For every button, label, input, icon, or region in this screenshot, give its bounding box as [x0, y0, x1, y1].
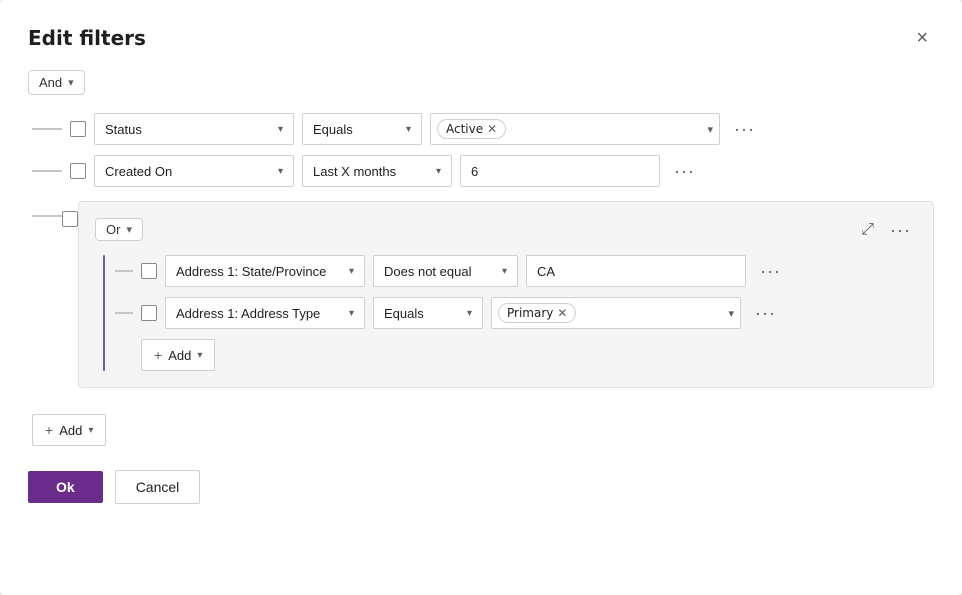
or-dropdown[interactable]: Or ▾	[95, 218, 143, 241]
and-dropdown[interactable]: And ▾	[28, 70, 85, 95]
dialog-footer: Ok Cancel	[28, 470, 934, 504]
address-type-value-field: Primary ✕ ▾	[491, 297, 741, 329]
status-row-checkbox[interactable]	[70, 121, 86, 137]
close-button[interactable]: ×	[910, 24, 934, 52]
outer-add-plus-icon: +	[45, 422, 53, 438]
state-field-select[interactable]: Address 1: State/Province ▾	[165, 255, 365, 287]
or-group-connector-area	[32, 201, 62, 400]
or-chevron-icon: ▾	[126, 223, 132, 236]
address-type-value-tag: Primary ✕	[498, 303, 576, 323]
status-operator-select[interactable]: Equals ▾	[302, 113, 422, 145]
status-filter-row: Status ▾ Equals ▾ Active ✕ ▾ ···	[28, 113, 934, 145]
or-group: Or ▾ ⤢ ···	[78, 201, 934, 388]
created-on-field-chevron-icon: ▾	[278, 166, 283, 177]
state-row-checkbox[interactable]	[141, 263, 157, 279]
status-value-dropdown-button[interactable]: ▾	[707, 123, 713, 136]
status-value-field: Active ✕ ▾	[430, 113, 720, 145]
or-group-add-button[interactable]: + Add ▾	[141, 339, 215, 371]
or-group-inner-rows: Address 1: State/Province ▾ Does not equ…	[115, 255, 917, 371]
or-group-add-chevron-icon: ▾	[197, 350, 202, 361]
address-type-field-select[interactable]: Address 1: Address Type ▾	[165, 297, 365, 329]
status-field-label: Status	[105, 122, 142, 137]
or-group-hconnector	[32, 215, 62, 217]
state-operator-chevron-icon: ▾	[502, 266, 507, 277]
dialog-header: Edit filters ×	[28, 24, 934, 52]
status-row-more-button[interactable]: ···	[728, 118, 761, 140]
created-on-operator-chevron-icon: ▾	[436, 166, 441, 177]
address-type-tag-close-button[interactable]: ✕	[557, 307, 567, 319]
status-field-select[interactable]: Status ▾	[94, 113, 294, 145]
or-group-actions: ⤢ ···	[855, 219, 917, 241]
status-tag-close-button[interactable]: ✕	[487, 123, 497, 135]
status-value-tag: Active ✕	[437, 119, 506, 139]
or-group-add-plus-icon: +	[154, 347, 162, 363]
row-connector-2	[32, 170, 62, 172]
inner-connector-1	[115, 270, 133, 272]
created-on-filter-row: Created On ▾ Last X months ▾ ···	[28, 155, 934, 187]
or-group-add-area: + Add ▾	[115, 339, 917, 371]
or-group-header: Or ▾ ⤢ ···	[95, 218, 917, 241]
outer-add-area: + Add ▾	[28, 414, 934, 446]
collapse-icon: ⤢	[861, 221, 874, 238]
address-type-operator-label: Equals	[384, 306, 424, 321]
status-operator-label: Equals	[313, 122, 353, 137]
state-operator-label: Does not equal	[384, 264, 471, 279]
address-type-value-dropdown-button[interactable]: ▾	[728, 307, 734, 320]
address-type-checkbox[interactable]	[141, 305, 157, 321]
and-label: And	[39, 75, 62, 90]
or-group-add-label: Add	[168, 348, 191, 363]
address-type-field-chevron-icon: ▾	[349, 308, 354, 319]
or-label: Or	[106, 222, 120, 237]
ok-button[interactable]: Ok	[28, 471, 103, 503]
address-type-field-label: Address 1: Address Type	[176, 306, 320, 321]
outer-add-chevron-icon: ▾	[88, 425, 93, 436]
created-on-row-more-button[interactable]: ···	[668, 160, 701, 182]
state-province-row: Address 1: State/Province ▾ Does not equ…	[115, 255, 917, 287]
row-connector-1	[32, 128, 62, 130]
or-group-collapse-button[interactable]: ⤢	[855, 219, 880, 241]
or-group-inner: Address 1: State/Province ▾ Does not equ…	[95, 255, 917, 371]
inner-connector-2	[115, 312, 133, 314]
address-type-tag-label: Primary	[507, 306, 553, 320]
created-on-value-input[interactable]	[460, 155, 660, 187]
created-on-operator-select[interactable]: Last X months ▾	[302, 155, 452, 187]
outer-add-label: Add	[59, 423, 82, 438]
created-on-operator-label: Last X months	[313, 164, 396, 179]
and-chevron-icon: ▾	[68, 76, 74, 89]
or-group-more-button[interactable]: ···	[884, 219, 917, 241]
created-on-field-select[interactable]: Created On ▾	[94, 155, 294, 187]
status-field-chevron-icon: ▾	[278, 124, 283, 135]
status-operator-chevron-icon: ▾	[406, 124, 411, 135]
address-type-row: Address 1: Address Type ▾ Equals ▾ Prima…	[115, 297, 917, 329]
dialog-title: Edit filters	[28, 26, 146, 50]
or-group-container: Or ▾ ⤢ ···	[28, 201, 934, 400]
address-type-operator-chevron-icon: ▾	[467, 308, 472, 319]
state-row-more-button[interactable]: ···	[754, 260, 787, 282]
status-tag-label: Active	[446, 122, 483, 136]
state-field-label: Address 1: State/Province	[176, 264, 326, 279]
address-type-row-more-button[interactable]: ···	[749, 302, 782, 324]
or-group-checkbox[interactable]	[62, 211, 78, 227]
cancel-button[interactable]: Cancel	[115, 470, 201, 504]
outer-add-button[interactable]: + Add ▾	[32, 414, 106, 446]
created-on-field-label: Created On	[105, 164, 172, 179]
state-value-input[interactable]	[526, 255, 746, 287]
state-operator-select[interactable]: Does not equal ▾	[373, 255, 518, 287]
address-type-operator-select[interactable]: Equals ▾	[373, 297, 483, 329]
created-on-row-checkbox[interactable]	[70, 163, 86, 179]
edit-filters-dialog: Edit filters × And ▾ Status ▾ Equals ▾ A…	[0, 0, 962, 595]
or-group-blue-vline	[103, 255, 105, 371]
state-field-chevron-icon: ▾	[349, 266, 354, 277]
